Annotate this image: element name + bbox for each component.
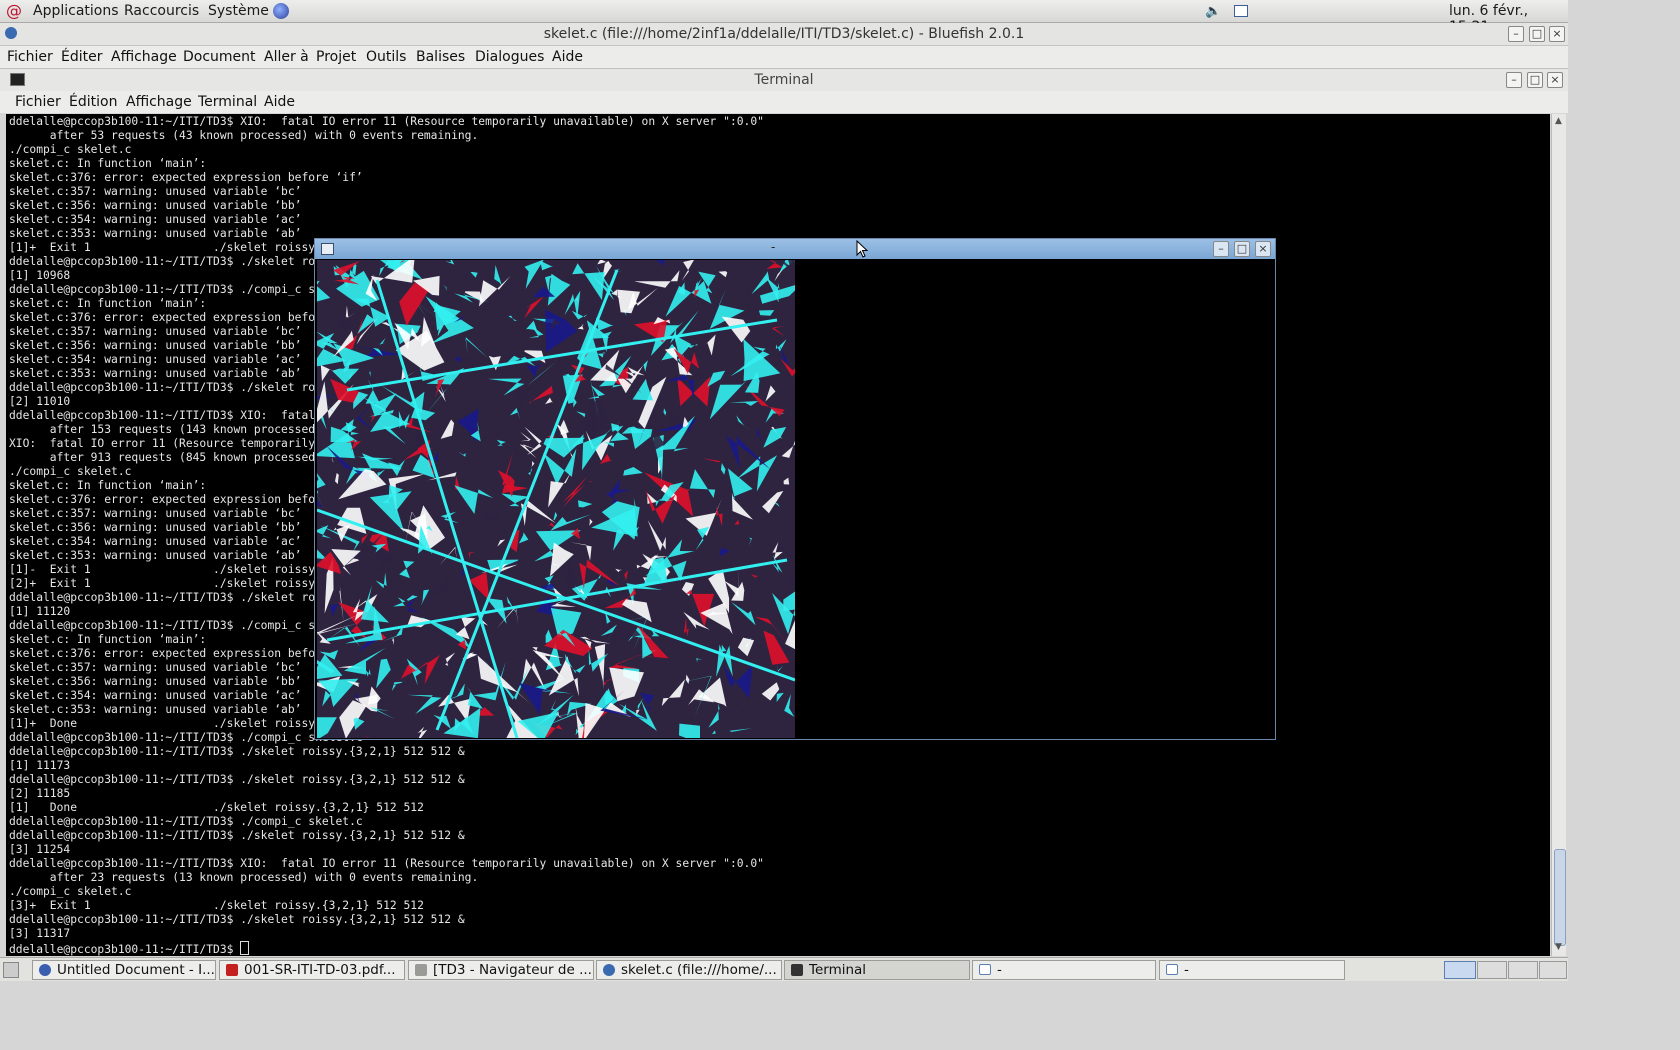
scroll-up-arrow-icon[interactable]: ▲ <box>1555 116 1562 126</box>
close-button[interactable]: × <box>1549 26 1565 42</box>
menu-raccourcis[interactable]: Raccourcis <box>124 3 199 19</box>
minimize-button[interactable]: – <box>1508 26 1524 42</box>
terminal-scrollbar[interactable]: ▲ ▼ <box>1551 114 1566 956</box>
terminal-line: ddelalle@pccop3b100-11:~/ITI/TD3$ XIO: f… <box>9 115 764 128</box>
terminal-line: skelet.c:376: error: expected expression… <box>9 171 363 184</box>
window-app-icon[interactable] <box>321 243 334 255</box>
terminal-maximize-button[interactable]: □ <box>1527 72 1543 88</box>
bottom-taskbar: Untitled Document - I... 001-SR-ITI-TD-0… <box>0 957 1568 981</box>
terminal-minimize-button[interactable]: – <box>1506 72 1522 88</box>
terminal-line: ddelalle@pccop3b100-11:~/ITI/TD3$ ./skel… <box>9 745 465 758</box>
debian-swirl-icon[interactable]: @ <box>6 1 22 20</box>
terminal-line: ./compi_c skelet.c <box>9 143 132 156</box>
task-pdf-document[interactable]: 001-SR-ITI-TD-03.pdf... <box>219 960 405 980</box>
volume-icon[interactable]: 🔈 <box>1205 4 1221 19</box>
terminal-line: skelet.c: In function ‘main’: <box>9 157 207 170</box>
term-menu-affichage[interactable]: Affichage <box>126 94 192 110</box>
term-menu-terminal[interactable]: Terminal <box>198 94 257 110</box>
task-terminal[interactable]: Terminal <box>784 960 970 980</box>
bf-menu-projet[interactable]: Projet <box>316 49 356 65</box>
terminal-line: ddelalle@pccop3b100-11:~/ITI/TD3$ ./skel… <box>9 773 465 786</box>
task-file-browser[interactable]: [TD3 - Navigateur de ... <box>408 960 594 980</box>
folder-icon <box>415 964 427 976</box>
bf-menu-document[interactable]: Document <box>183 49 256 65</box>
bluefish-titlebar[interactable]: skelet.c (file:///home/2inf1a/ddelalle/I… <box>0 23 1568 46</box>
term-menu-fichier[interactable]: Fichier <box>15 94 61 110</box>
task-untitled-document[interactable]: Untitled Document - I... <box>32 960 216 980</box>
bluefish-window-title: skelet.c (file:///home/2inf1a/ddelalle/I… <box>543 26 1025 42</box>
bf-menu-aide[interactable]: Aide <box>552 49 583 65</box>
workspace-4[interactable] <box>1539 961 1567 979</box>
bf-menu-outils[interactable]: Outils <box>366 49 406 65</box>
terminal-close-button[interactable]: × <box>1547 72 1563 88</box>
terminal-line: ddelalle@pccop3b100-11:~/ITI/TD3$ ./skel… <box>9 829 465 842</box>
terminal-titlebar[interactable]: Terminal – □ × <box>0 68 1568 92</box>
bf-menu-affichage[interactable]: Affichage <box>111 49 177 65</box>
task-bluefish[interactable]: skelet.c (file:///home/... <box>596 960 782 980</box>
window-icon <box>1166 964 1178 975</box>
bluefish-icon <box>603 964 615 976</box>
img-maximize-button[interactable]: □ <box>1234 241 1250 257</box>
scrollbar-thumb[interactable] <box>1554 849 1566 946</box>
terminal-line: skelet.c:354: warning: unused variable ‘… <box>9 213 302 226</box>
terminal-line: skelet.c:356: warning: unused variable ‘… <box>9 199 302 212</box>
terminal-line: [3] 11317 <box>9 927 71 940</box>
terminal-window-title: Terminal <box>754 72 814 88</box>
terminal-line: ddelalle@pccop3b100-11:~/ITI/TD3$ ./skel… <box>9 913 465 926</box>
scroll-down-arrow-icon[interactable]: ▼ <box>1555 942 1562 952</box>
workspace-2[interactable] <box>1477 961 1507 979</box>
terminal-line: [2] 11185 <box>9 787 71 800</box>
pdf-icon <box>226 964 238 976</box>
bf-menu-editer[interactable]: Éditer <box>61 49 102 65</box>
bf-menu-balises[interactable]: Balises <box>416 49 465 65</box>
img-close-button[interactable]: × <box>1255 241 1271 257</box>
terminal-line: after 23 requests (13 known processed) w… <box>9 871 479 884</box>
terminal-menubar: Fichier Édition Affichage Terminal Aide <box>0 91 1568 113</box>
terminal-line: skelet.c:357: warning: unused variable ‘… <box>9 185 302 198</box>
workspace-3[interactable] <box>1508 961 1538 979</box>
bf-menu-aller-a[interactable]: Aller à <box>264 49 309 65</box>
top-panel: @ Applications Raccourcis Système 🔈 lun.… <box>0 0 1568 35</box>
task-image-window-2[interactable]: - <box>1159 960 1345 980</box>
terminal-line: after 53 requests (43 known processed) w… <box>9 129 479 142</box>
terminal-line: ./compi_c skelet.c <box>9 885 132 898</box>
window-icon <box>979 964 991 975</box>
mouse-pointer-icon <box>856 240 868 258</box>
processed-aerial-image <box>317 260 795 738</box>
terminal-line: [3] 11254 <box>9 843 71 856</box>
bluefish-menubar: Fichier Éditer Affichage Document Aller … <box>0 46 1568 68</box>
task-image-window-1[interactable]: - <box>972 960 1156 980</box>
image-viewer-window[interactable]: - – □ × <box>314 238 1276 740</box>
show-desktop-icon[interactable] <box>1234 5 1248 17</box>
terminal-line: [3]+ Exit 1 ./skelet roissy.{3,2,1} 512 … <box>9 899 424 912</box>
menu-systeme[interactable]: Système <box>208 3 269 19</box>
terminal-line: [1] Done ./skelet roissy.{3,2,1} 512 512 <box>9 801 424 814</box>
maximize-button[interactable]: □ <box>1529 26 1545 42</box>
terminal-line: [1] 11173 <box>9 759 71 772</box>
menu-applications[interactable]: Applications <box>33 3 119 19</box>
image-window-titlebar[interactable]: - – □ × <box>315 239 1275 259</box>
terminal-cursor <box>240 941 250 955</box>
bf-menu-fichier[interactable]: Fichier <box>7 49 53 65</box>
term-menu-edition[interactable]: Édition <box>69 94 117 110</box>
bf-menu-dialogues[interactable]: Dialogues <box>475 49 544 65</box>
terminal-icon <box>791 964 803 976</box>
term-menu-aide[interactable]: Aide <box>264 94 295 110</box>
image-window-title: - <box>771 240 776 254</box>
img-minimize-button[interactable]: – <box>1213 241 1229 257</box>
browser-icon <box>39 964 51 976</box>
workspace-1[interactable] <box>1444 961 1476 979</box>
terminal-line: ddelalle@pccop3b100-11:~/ITI/TD3$ ./comp… <box>9 815 363 828</box>
show-desktop-button-icon[interactable] <box>3 962 19 978</box>
web-browser-launcher-icon[interactable] <box>273 3 289 19</box>
terminal-line: ddelalle@pccop3b100-11:~/ITI/TD3$ XIO: f… <box>9 857 764 870</box>
terminal-line: ddelalle@pccop3b100-11:~/ITI/TD3$ <box>9 941 764 956</box>
